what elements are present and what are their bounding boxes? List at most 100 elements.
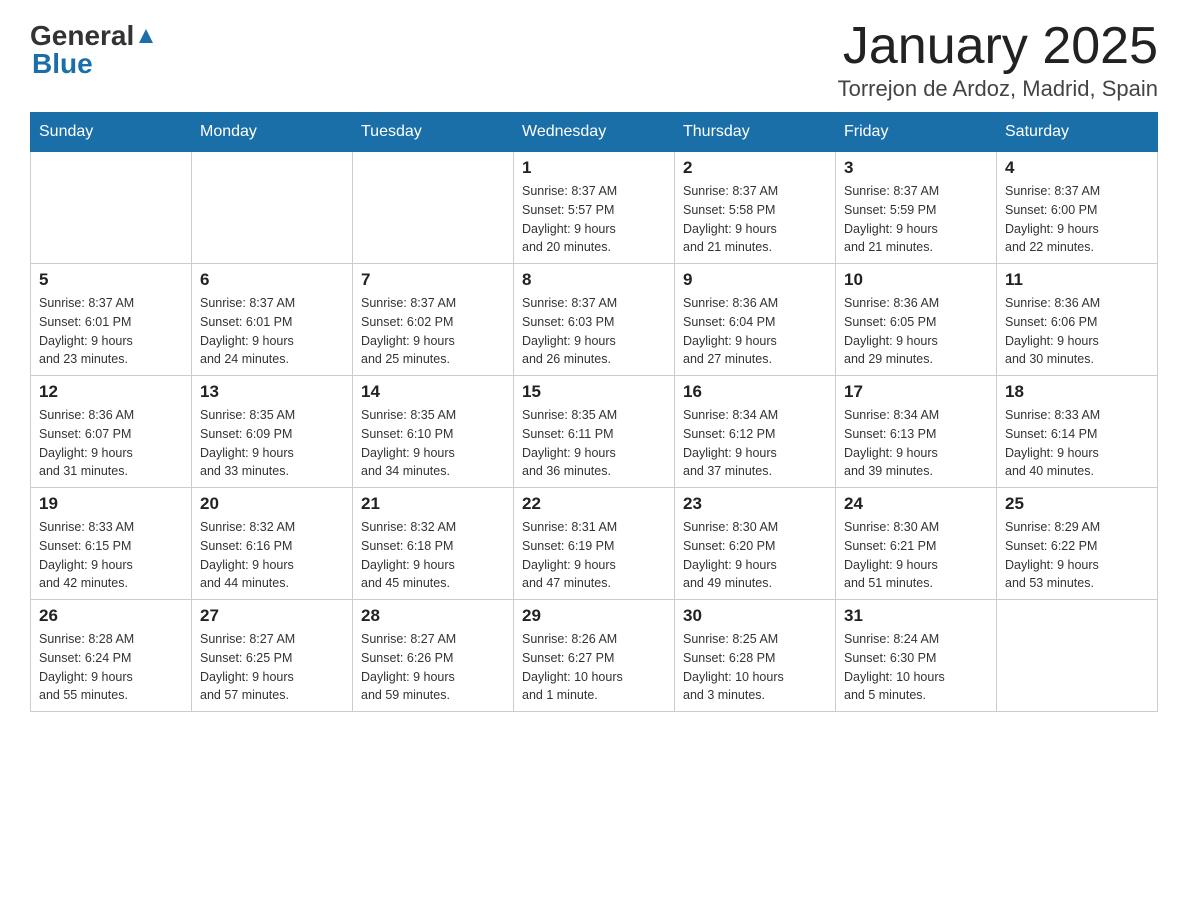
day-info: Sunrise: 8:27 AMSunset: 6:26 PMDaylight:… bbox=[361, 630, 505, 705]
calendar-day-11: 11 Sunrise: 8:36 AMSunset: 6:06 PMDayligh… bbox=[997, 264, 1158, 376]
weekday-header-monday: Monday bbox=[192, 113, 353, 152]
day-number: 8 bbox=[522, 270, 666, 290]
weekday-header-thursday: Thursday bbox=[675, 113, 836, 152]
day-info: Sunrise: 8:28 AMSunset: 6:24 PMDaylight:… bbox=[39, 630, 183, 705]
calendar-day-6: 6 Sunrise: 8:37 AMSunset: 6:01 PMDaylight… bbox=[192, 264, 353, 376]
day-info: Sunrise: 8:24 AMSunset: 6:30 PMDaylight:… bbox=[844, 630, 988, 705]
day-number: 31 bbox=[844, 606, 988, 626]
calendar-day-3: 3 Sunrise: 8:37 AMSunset: 5:59 PMDaylight… bbox=[836, 152, 997, 264]
day-number: 2 bbox=[683, 158, 827, 178]
weekday-header-sunday: Sunday bbox=[31, 113, 192, 152]
calendar-day-2: 2 Sunrise: 8:37 AMSunset: 5:58 PMDaylight… bbox=[675, 152, 836, 264]
day-info: Sunrise: 8:31 AMSunset: 6:19 PMDaylight:… bbox=[522, 518, 666, 593]
calendar-day-25: 25 Sunrise: 8:29 AMSunset: 6:22 PMDayligh… bbox=[997, 488, 1158, 600]
day-info: Sunrise: 8:26 AMSunset: 6:27 PMDaylight:… bbox=[522, 630, 666, 705]
day-info: Sunrise: 8:37 AMSunset: 5:59 PMDaylight:… bbox=[844, 182, 988, 257]
day-info: Sunrise: 8:25 AMSunset: 6:28 PMDaylight:… bbox=[683, 630, 827, 705]
day-number: 29 bbox=[522, 606, 666, 626]
day-number: 14 bbox=[361, 382, 505, 402]
day-number: 20 bbox=[200, 494, 344, 514]
calendar-day-17: 17Sunrise: 8:34 AMSunset: 6:13 PMDayligh… bbox=[836, 376, 997, 488]
calendar-day-24: 24 Sunrise: 8:30 AMSunset: 6:21 PMDayligh… bbox=[836, 488, 997, 600]
day-info: Sunrise: 8:35 AMSunset: 6:09 PMDaylight:… bbox=[200, 406, 344, 481]
day-info: Sunrise: 8:37 AMSunset: 6:01 PMDaylight:… bbox=[200, 294, 344, 369]
day-number: 26 bbox=[39, 606, 183, 626]
calendar-week-row: 1 Sunrise: 8:37 AMSunset: 5:57 PMDaylight… bbox=[31, 152, 1158, 264]
day-info: Sunrise: 8:37 AMSunset: 6:01 PMDaylight:… bbox=[39, 294, 183, 369]
calendar-week-row: 26 Sunrise: 8:28 AMSunset: 6:24 PMDayligh… bbox=[31, 600, 1158, 712]
day-info: Sunrise: 8:37 AMSunset: 6:00 PMDaylight:… bbox=[1005, 182, 1149, 257]
day-number: 12 bbox=[39, 382, 183, 402]
calendar-day-7: 7 Sunrise: 8:37 AMSunset: 6:02 PMDaylight… bbox=[353, 264, 514, 376]
weekday-header-wednesday: Wednesday bbox=[514, 113, 675, 152]
calendar-empty-cell bbox=[192, 152, 353, 264]
calendar-day-5: 5 Sunrise: 8:37 AMSunset: 6:01 PMDaylight… bbox=[31, 264, 192, 376]
calendar-week-row: 5 Sunrise: 8:37 AMSunset: 6:01 PMDaylight… bbox=[31, 264, 1158, 376]
calendar-day-29: 29 Sunrise: 8:26 AMSunset: 6:27 PMDayligh… bbox=[514, 600, 675, 712]
calendar-day-19: 19Sunrise: 8:33 AMSunset: 6:15 PMDayligh… bbox=[31, 488, 192, 600]
calendar-day-14: 14Sunrise: 8:35 AMSunset: 6:10 PMDayligh… bbox=[353, 376, 514, 488]
day-number: 1 bbox=[522, 158, 666, 178]
calendar-day-27: 27 Sunrise: 8:27 AMSunset: 6:25 PMDayligh… bbox=[192, 600, 353, 712]
day-info: Sunrise: 8:33 AMSunset: 6:14 PMDaylight:… bbox=[1005, 406, 1149, 481]
day-info: Sunrise: 8:37 AMSunset: 6:02 PMDaylight:… bbox=[361, 294, 505, 369]
calendar-day-20: 20Sunrise: 8:32 AMSunset: 6:16 PMDayligh… bbox=[192, 488, 353, 600]
day-info: Sunrise: 8:37 AMSunset: 6:03 PMDaylight:… bbox=[522, 294, 666, 369]
weekday-header-saturday: Saturday bbox=[997, 113, 1158, 152]
calendar-day-4: 4 Sunrise: 8:37 AMSunset: 6:00 PMDaylight… bbox=[997, 152, 1158, 264]
calendar-day-13: 13Sunrise: 8:35 AMSunset: 6:09 PMDayligh… bbox=[192, 376, 353, 488]
day-number: 18 bbox=[1005, 382, 1149, 402]
day-number: 6 bbox=[200, 270, 344, 290]
day-number: 22 bbox=[522, 494, 666, 514]
weekday-header-tuesday: Tuesday bbox=[353, 113, 514, 152]
day-info: Sunrise: 8:34 AMSunset: 6:13 PMDaylight:… bbox=[844, 406, 988, 481]
day-number: 3 bbox=[844, 158, 988, 178]
day-number: 21 bbox=[361, 494, 505, 514]
day-number: 5 bbox=[39, 270, 183, 290]
logo: General Blue bbox=[30, 20, 155, 80]
calendar-day-16: 16Sunrise: 8:34 AMSunset: 6:12 PMDayligh… bbox=[675, 376, 836, 488]
calendar-week-row: 12 Sunrise: 8:36 AMSunset: 6:07 PMDayligh… bbox=[31, 376, 1158, 488]
day-number: 30 bbox=[683, 606, 827, 626]
calendar-day-31: 31 Sunrise: 8:24 AMSunset: 6:30 PMDayligh… bbox=[836, 600, 997, 712]
calendar-header-row: SundayMondayTuesdayWednesdayThursdayFrid… bbox=[31, 113, 1158, 152]
location-title: Torrejon de Ardoz, Madrid, Spain bbox=[838, 76, 1158, 102]
day-number: 24 bbox=[844, 494, 988, 514]
calendar-day-15: 15Sunrise: 8:35 AMSunset: 6:11 PMDayligh… bbox=[514, 376, 675, 488]
day-info: Sunrise: 8:37 AMSunset: 5:58 PMDaylight:… bbox=[683, 182, 827, 257]
day-number: 7 bbox=[361, 270, 505, 290]
month-title: January 2025 bbox=[838, 20, 1158, 72]
day-info: Sunrise: 8:36 AMSunset: 6:04 PMDaylight:… bbox=[683, 294, 827, 369]
calendar-day-18: 18 Sunrise: 8:33 AMSunset: 6:14 PMDayligh… bbox=[997, 376, 1158, 488]
day-number: 4 bbox=[1005, 158, 1149, 178]
calendar-day-21: 21Sunrise: 8:32 AMSunset: 6:18 PMDayligh… bbox=[353, 488, 514, 600]
calendar-day-30: 30 Sunrise: 8:25 AMSunset: 6:28 PMDayligh… bbox=[675, 600, 836, 712]
day-info: Sunrise: 8:30 AMSunset: 6:21 PMDaylight:… bbox=[844, 518, 988, 593]
calendar-day-10: 10 Sunrise: 8:36 AMSunset: 6:05 PMDayligh… bbox=[836, 264, 997, 376]
calendar-day-28: 28Sunrise: 8:27 AMSunset: 6:26 PMDayligh… bbox=[353, 600, 514, 712]
day-number: 23 bbox=[683, 494, 827, 514]
day-info: Sunrise: 8:29 AMSunset: 6:22 PMDaylight:… bbox=[1005, 518, 1149, 593]
day-number: 19 bbox=[39, 494, 183, 514]
weekday-header-friday: Friday bbox=[836, 113, 997, 152]
calendar-day-12: 12 Sunrise: 8:36 AMSunset: 6:07 PMDayligh… bbox=[31, 376, 192, 488]
calendar-day-26: 26 Sunrise: 8:28 AMSunset: 6:24 PMDayligh… bbox=[31, 600, 192, 712]
day-number: 15 bbox=[522, 382, 666, 402]
calendar-day-23: 23 Sunrise: 8:30 AMSunset: 6:20 PMDayligh… bbox=[675, 488, 836, 600]
title-section: January 2025 Torrejon de Ardoz, Madrid, … bbox=[838, 20, 1158, 102]
day-number: 27 bbox=[200, 606, 344, 626]
day-info: Sunrise: 8:37 AMSunset: 5:57 PMDaylight:… bbox=[522, 182, 666, 257]
day-number: 11 bbox=[1005, 270, 1149, 290]
calendar-table: SundayMondayTuesdayWednesdayThursdayFrid… bbox=[30, 112, 1158, 712]
day-info: Sunrise: 8:36 AMSunset: 6:06 PMDaylight:… bbox=[1005, 294, 1149, 369]
day-info: Sunrise: 8:36 AMSunset: 6:07 PMDaylight:… bbox=[39, 406, 183, 481]
calendar-empty-cell bbox=[997, 600, 1158, 712]
calendar-empty-cell bbox=[31, 152, 192, 264]
day-number: 25 bbox=[1005, 494, 1149, 514]
page-header: General Blue January 2025 Torrejon de Ar… bbox=[30, 20, 1158, 102]
day-info: Sunrise: 8:30 AMSunset: 6:20 PMDaylight:… bbox=[683, 518, 827, 593]
logo-blue-text: Blue bbox=[32, 48, 93, 80]
day-number: 10 bbox=[844, 270, 988, 290]
day-info: Sunrise: 8:27 AMSunset: 6:25 PMDaylight:… bbox=[200, 630, 344, 705]
day-info: Sunrise: 8:36 AMSunset: 6:05 PMDaylight:… bbox=[844, 294, 988, 369]
